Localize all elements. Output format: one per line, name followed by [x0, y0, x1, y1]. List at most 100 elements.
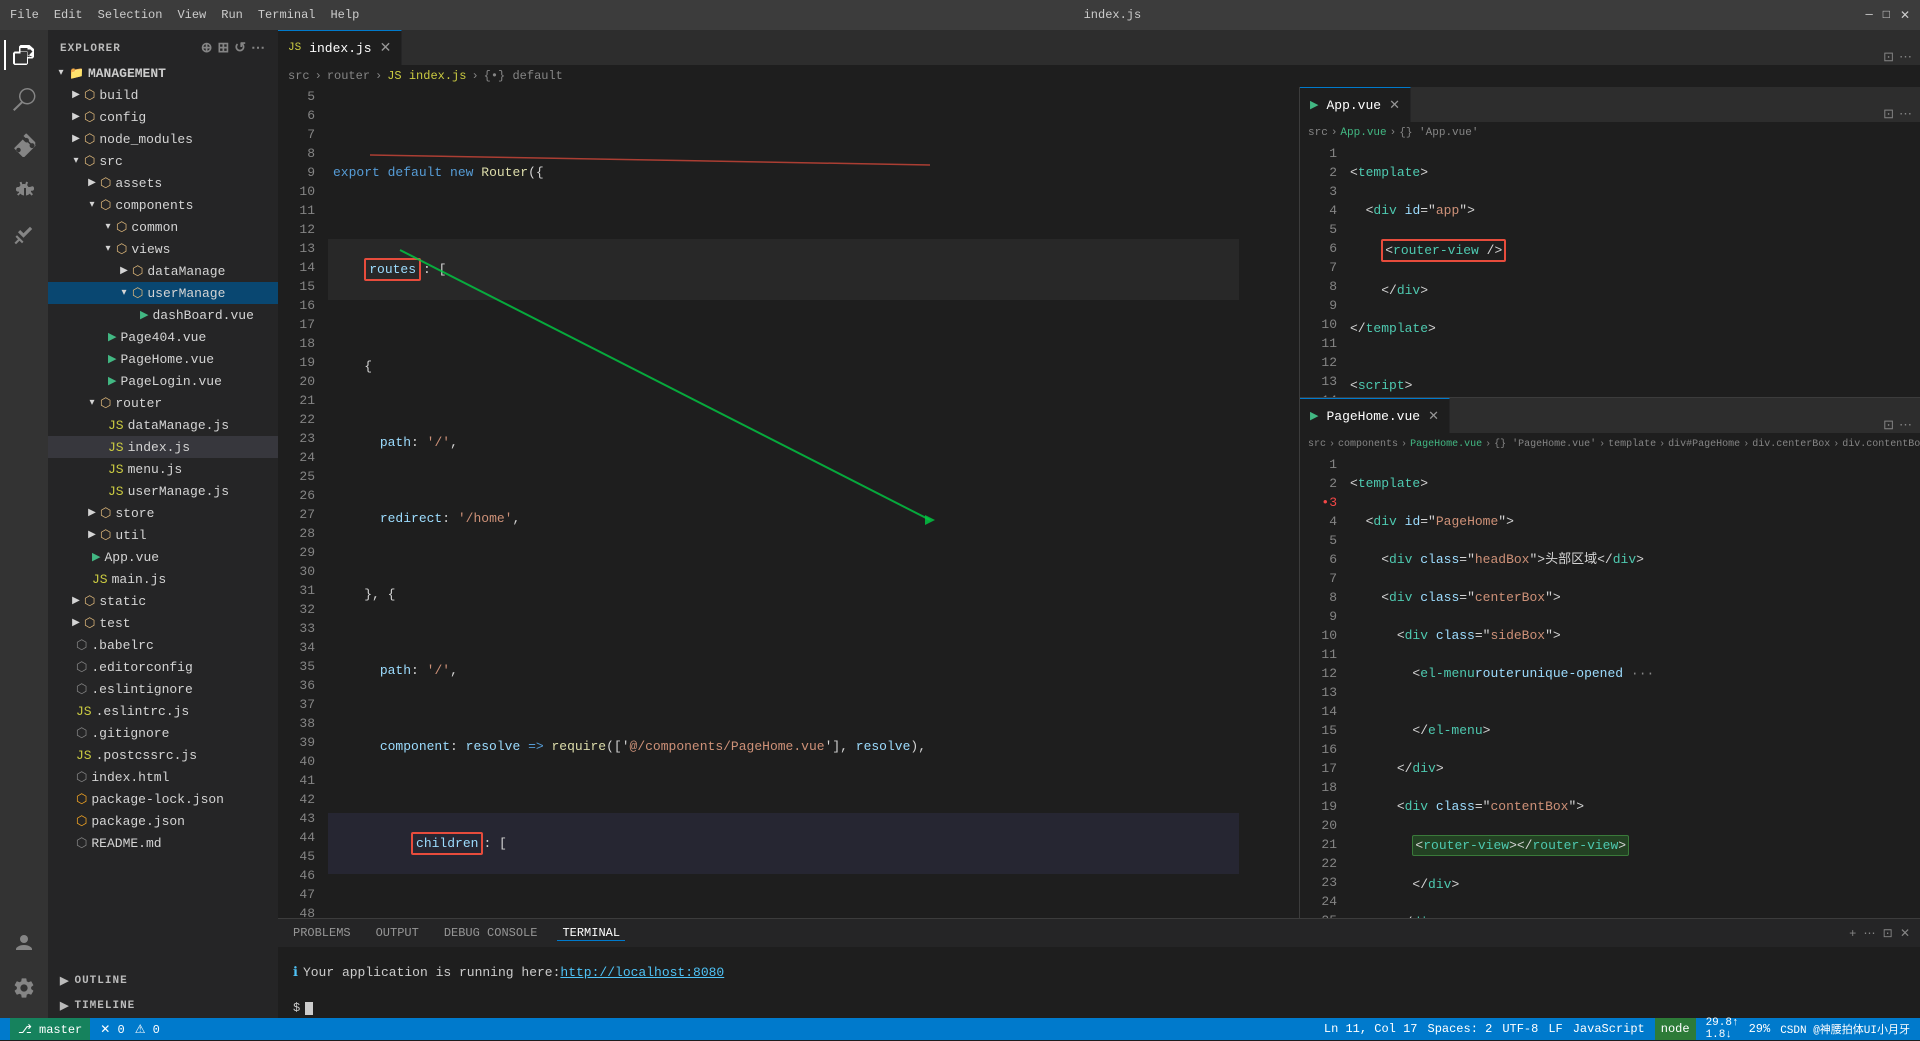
- tab-indexjs[interactable]: JS index.js ✕: [278, 30, 402, 65]
- status-eol[interactable]: LF: [1548, 1022, 1562, 1036]
- tree-item-datamanagejs[interactable]: JS dataManage.js: [48, 414, 278, 436]
- debug-icon[interactable]: [4, 170, 44, 210]
- pagehome-tab-close[interactable]: ✕: [1428, 409, 1439, 424]
- tree-item-build[interactable]: ▶ ⬡ build: [48, 84, 278, 106]
- rb2-src[interactable]: src: [1308, 439, 1326, 450]
- tree-item-config[interactable]: ▶ ⬡ config: [48, 106, 278, 128]
- menu-terminal[interactable]: Terminal: [258, 8, 316, 22]
- menu-file[interactable]: File: [10, 8, 39, 22]
- tree-item-management[interactable]: ▾ 📁 MANAGEMENT: [48, 62, 278, 84]
- terminal-actions[interactable]: + ⋯ ⊡ ✕: [1849, 926, 1910, 941]
- explorer-icon[interactable]: [4, 35, 44, 75]
- new-file-icon[interactable]: ⊕: [201, 40, 214, 57]
- extensions-icon[interactable]: [4, 215, 44, 255]
- tab-debug-console[interactable]: DEBUG CONSOLE: [439, 926, 543, 940]
- menu-help[interactable]: Help: [330, 8, 359, 22]
- rb2-div[interactable]: div#PageHome: [1668, 439, 1740, 450]
- rb2-pagehome[interactable]: PageHome.vue: [1410, 439, 1482, 450]
- new-folder-icon[interactable]: ⊞: [218, 40, 231, 57]
- warnings-count[interactable]: ⚠ 0: [135, 1022, 160, 1037]
- tree-item-common[interactable]: ▾ ⬡ common: [48, 216, 278, 238]
- tab-terminal[interactable]: TERMINAL: [557, 926, 625, 941]
- tree-item-appvue[interactable]: ▶ App.vue: [48, 546, 278, 568]
- tree-item-store[interactable]: ▶ ⬡ store: [48, 502, 278, 524]
- right-code-area-1[interactable]: 12345 678910 11121314 <template> <div id…: [1300, 144, 1920, 397]
- rb2-centerbox[interactable]: div.centerBox: [1752, 439, 1830, 450]
- right-code-area-2[interactable]: 12 •3 456789 101112131415 161718192021 2…: [1300, 455, 1920, 918]
- tree-item-usermanage[interactable]: ▾ ⬡ userManage: [48, 282, 278, 304]
- breadcrumb-router[interactable]: router: [327, 69, 370, 83]
- right-code-content-2[interactable]: <template> <div id="PageHome"> <div clas…: [1345, 455, 1920, 918]
- menu-run[interactable]: Run: [221, 8, 243, 22]
- split-editor-button[interactable]: ⊡ ⋯: [1875, 50, 1920, 65]
- tree-item-datamanage[interactable]: ▶ ⬡ dataManage: [48, 260, 278, 282]
- tree-item-assets[interactable]: ▶ ⬡ assets: [48, 172, 278, 194]
- appvue-tab-close[interactable]: ✕: [1389, 98, 1400, 113]
- status-encoding[interactable]: UTF-8: [1502, 1022, 1538, 1036]
- tree-item-page404[interactable]: ▶ Page404.vue: [48, 326, 278, 348]
- rb2-template[interactable]: template: [1608, 439, 1656, 450]
- breadcrumb-file[interactable]: JS index.js: [387, 69, 466, 83]
- rb1-src[interactable]: src: [1308, 127, 1328, 139]
- status-language[interactable]: JavaScript: [1573, 1022, 1645, 1036]
- tree-item-components[interactable]: ▾ ⬡ components: [48, 194, 278, 216]
- tree-item-eslintignore[interactable]: ⬡ .eslintignore: [48, 678, 278, 700]
- breadcrumb-symbol[interactable]: {•} default: [484, 69, 563, 83]
- rb1-appvue[interactable]: App.vue: [1340, 127, 1386, 139]
- menu-selection[interactable]: Selection: [98, 8, 163, 22]
- tree-item-packagelockjson[interactable]: ⬡ package-lock.json: [48, 788, 278, 810]
- tree-item-indexjs[interactable]: JS index.js: [48, 436, 278, 458]
- menu-view[interactable]: View: [177, 8, 206, 22]
- tree-item-usermanagejs[interactable]: JS userManage.js: [48, 480, 278, 502]
- tree-item-editorconfig[interactable]: ⬡ .editorconfig: [48, 656, 278, 678]
- refresh-icon[interactable]: ↺: [234, 40, 247, 57]
- split-right-icon[interactable]: ⊡: [1883, 107, 1894, 122]
- tree-item-util[interactable]: ▶ ⬡ util: [48, 524, 278, 546]
- menu-bar[interactable]: File Edit Selection View Run Terminal He…: [10, 8, 359, 22]
- search-icon[interactable]: [4, 80, 44, 120]
- status-ln-col[interactable]: Ln 11, Col 17: [1324, 1022, 1418, 1036]
- window-controls[interactable]: ─ □ ✕: [1866, 8, 1910, 23]
- rb2-symbol[interactable]: {} 'PageHome.vue': [1494, 439, 1596, 450]
- rb2-components[interactable]: components: [1338, 439, 1398, 450]
- git-branch[interactable]: ⎇ master: [10, 1018, 90, 1040]
- timeline-section[interactable]: ▶ TIMELINE: [48, 993, 278, 1018]
- more-actions-icon[interactable]: ⋯: [251, 40, 266, 57]
- errors-count[interactable]: ✕ 0: [100, 1022, 124, 1037]
- tree-item-menujs[interactable]: JS menu.js: [48, 458, 278, 480]
- git-icon[interactable]: [4, 125, 44, 165]
- tree-item-src[interactable]: ▾ ⬡ src: [48, 150, 278, 172]
- code-area[interactable]: 56789 1011121314 1516171819 2021222324 2…: [278, 87, 1299, 918]
- right-tab-pagehome[interactable]: ▶ PageHome.vue ✕: [1300, 398, 1450, 433]
- status-spaces[interactable]: Spaces: 2: [1428, 1022, 1493, 1036]
- rb2-contentbox[interactable]: div.contentBox: [1842, 439, 1920, 450]
- tree-item-readme[interactable]: ⬡ README.md: [48, 832, 278, 854]
- more-right-icon[interactable]: ⋯: [1899, 107, 1912, 122]
- tree-item-packagejson[interactable]: ⬡ package.json: [48, 810, 278, 832]
- tab-close-indexjs[interactable]: ✕: [380, 40, 392, 57]
- tree-item-pagehome[interactable]: ▶ PageHome.vue: [48, 348, 278, 370]
- tree-item-gitignore[interactable]: ⬡ .gitignore: [48, 722, 278, 744]
- tree-item-indexhtml[interactable]: ⬡ index.html: [48, 766, 278, 788]
- more-right2-icon[interactable]: ⋯: [1899, 418, 1912, 433]
- tree-item-babelrc[interactable]: ⬡ .babelrc: [48, 634, 278, 656]
- right-code-content-1[interactable]: <template> <div id="app"> <router-view /…: [1345, 144, 1920, 397]
- tree-item-pagelogin[interactable]: ▶ PageLogin.vue: [48, 370, 278, 392]
- outline-section[interactable]: ▶ OUTLINE: [48, 968, 278, 993]
- tree-item-node-modules[interactable]: ▶ ⬡ node_modules: [48, 128, 278, 150]
- tree-item-static[interactable]: ▶ ⬡ static: [48, 590, 278, 612]
- tree-item-postcssrc[interactable]: JS .postcssrc.js: [48, 744, 278, 766]
- tab-output[interactable]: OUTPUT: [371, 926, 424, 940]
- menu-edit[interactable]: Edit: [54, 8, 83, 22]
- split-right2-icon[interactable]: ⊡: [1883, 418, 1894, 433]
- tree-item-dashboard[interactable]: ▶ dashBoard.vue: [48, 304, 278, 326]
- sidebar-actions[interactable]: ⊕ ⊞ ↺ ⋯: [201, 40, 266, 57]
- tree-item-eslintrcjs[interactable]: JS .eslintrc.js: [48, 700, 278, 722]
- close-button[interactable]: ✕: [1900, 8, 1910, 23]
- code-content[interactable]: export default new Router({ routes: [ { …: [323, 87, 1239, 918]
- breadcrumb-src[interactable]: src: [288, 69, 310, 83]
- tree-item-mainjs[interactable]: JS main.js: [48, 568, 278, 590]
- settings-icon[interactable]: [4, 968, 44, 1008]
- account-icon[interactable]: [4, 923, 44, 963]
- right-tab-appvue[interactable]: ▶ App.vue ✕: [1300, 87, 1411, 122]
